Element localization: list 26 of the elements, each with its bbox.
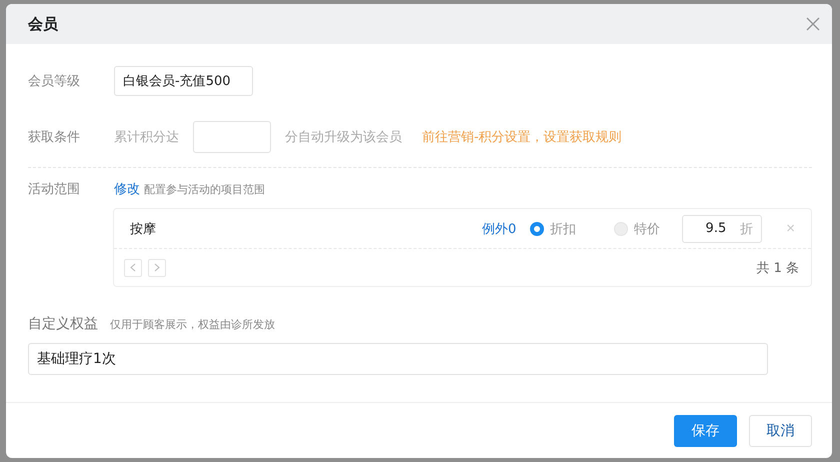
benefit-input-field[interactable]: 基础理疗1次 xyxy=(28,343,768,375)
field-label: 会员等级 xyxy=(28,73,81,90)
radio-option[interactable]: 折扣 xyxy=(530,220,576,238)
edit-link[interactable]: 修改 xyxy=(114,180,140,198)
suffix-text: 分自动升级为该会员 xyxy=(285,129,402,146)
exceptions-link[interactable]: 例外0 xyxy=(482,220,516,238)
prefix-text: 累计积分达 xyxy=(114,129,179,146)
item-name: 按摩 xyxy=(130,220,157,238)
discount-input-field[interactable]: 9.5 折 xyxy=(682,214,762,242)
hint-text: 仅用于顾客展示，权益由诊所发放 xyxy=(110,316,275,332)
hint-text: 配置参与活动的项目范围 xyxy=(144,182,265,196)
level-input-field[interactable]: 白银会员-充值500 xyxy=(114,66,253,96)
chevron-left-icon xyxy=(130,263,136,272)
chevron-right-icon xyxy=(154,263,160,272)
points-input-field[interactable] xyxy=(193,121,271,153)
close-icon xyxy=(806,17,820,31)
field-label: 活动范围 xyxy=(28,181,81,198)
save-button[interactable]: 保存 xyxy=(674,414,737,446)
total-count: 共 1 条 xyxy=(756,260,799,276)
close-button[interactable] xyxy=(804,15,822,33)
field-label: 自定义权益 xyxy=(28,315,98,333)
prev-page-button[interactable] xyxy=(124,258,142,276)
cancel-button[interactable]: 取消 xyxy=(749,414,812,446)
dialog-title: 会员 xyxy=(28,14,58,34)
field-label: 获取条件 xyxy=(28,129,81,146)
next-page-button[interactable] xyxy=(148,258,166,276)
